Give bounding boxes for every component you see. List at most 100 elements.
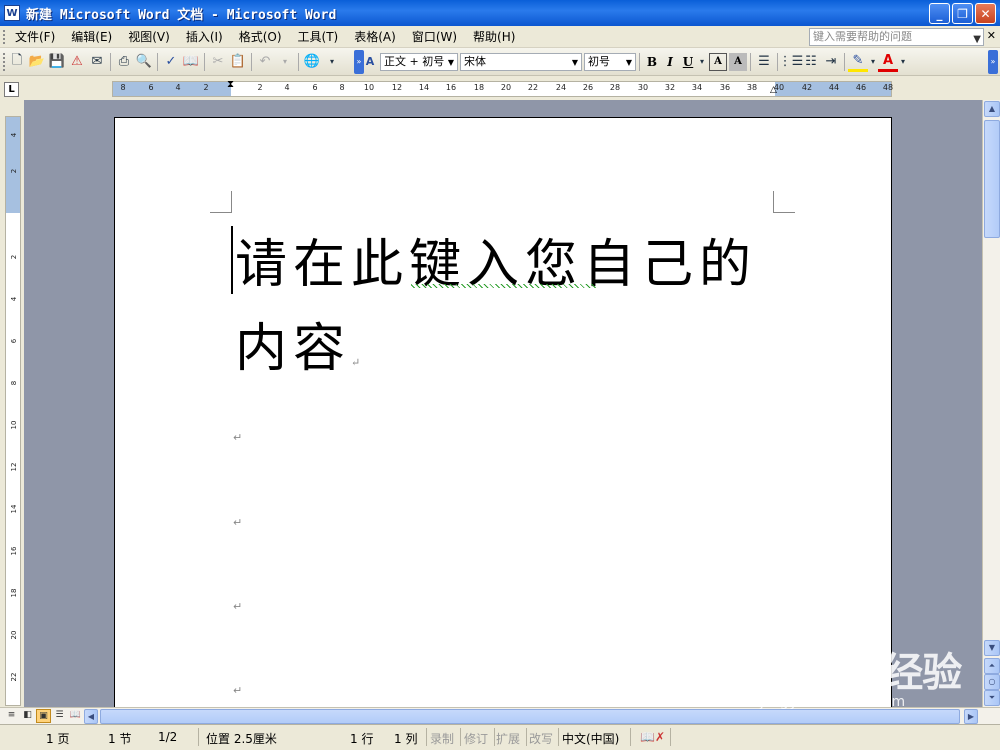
previous-page-icon[interactable]: ⏶ — [984, 658, 1000, 674]
underline-button[interactable]: U — [679, 53, 697, 71]
bullets-icon[interactable]: ☷ — [801, 52, 821, 72]
permission-icon[interactable]: ⚠ — [67, 52, 87, 72]
menu-window[interactable]: 窗口(W) — [404, 28, 465, 45]
menu-edit[interactable]: 编辑(E) — [63, 28, 120, 45]
toolbar-options-icon[interactable]: » — [354, 50, 364, 74]
menu-view[interactable]: 视图(V) — [120, 28, 178, 45]
spelling-icon[interactable]: ✓ — [161, 52, 181, 72]
status-extend[interactable]: 扩展 — [496, 730, 520, 747]
normal-view-icon[interactable]: ≡ — [4, 709, 19, 723]
ruler-tick: 46 — [855, 83, 867, 92]
print-icon[interactable]: ⎙ — [114, 52, 134, 72]
ruler-tick: 44 — [828, 83, 840, 92]
style-value: 正文 + 初号 — [384, 54, 445, 68]
ruler-tick: 6 — [312, 83, 318, 92]
save-icon[interactable]: 💾 — [47, 52, 67, 72]
highlight-dropdown-icon[interactable]: ▾ — [868, 52, 878, 72]
status-track-changes[interactable]: 修订 — [464, 730, 488, 747]
restore-button[interactable]: ❐ — [952, 3, 973, 24]
chevron-down-icon[interactable]: ▼ — [624, 55, 634, 69]
scroll-up-icon[interactable]: ▲ — [984, 101, 1000, 117]
chevron-down-icon[interactable]: ▼ — [446, 55, 456, 69]
reading-view-icon[interactable]: 📖 — [68, 709, 83, 723]
menu-file[interactable]: 文件(F) — [7, 28, 63, 45]
ruler-tick: 16 — [10, 546, 18, 556]
document-text[interactable]: 请在此键入您自己的内容↵ — [235, 223, 785, 405]
close-icon: ✕ — [980, 6, 991, 21]
next-page-icon[interactable]: ⏷ — [984, 690, 1000, 706]
minimize-icon: _ — [936, 6, 943, 21]
right-indent-marker-icon[interactable]: △ — [770, 85, 777, 95]
menu-table[interactable]: 表格(A) — [346, 28, 404, 45]
tab-selector[interactable]: L — [4, 82, 19, 97]
help-search-input[interactable]: 键入需要帮助的问题 ▼ — [809, 28, 984, 46]
align-center-icon[interactable]: ☰ — [754, 52, 774, 72]
highlight-icon[interactable]: ✎ — [848, 52, 868, 72]
browse-object-icon[interactable]: ○ — [984, 674, 1000, 690]
menu-help[interactable]: 帮助(H) — [465, 28, 523, 45]
indent-marker-icon[interactable]: ⧗ — [227, 79, 234, 90]
status-column: 1 列 — [394, 732, 418, 746]
style-select[interactable]: 正文 + 初号 ▼ — [380, 52, 458, 71]
ruler-tick: 2 — [10, 168, 18, 174]
ruler-tick: 18 — [10, 588, 18, 598]
title-bar: W 新建 Microsoft Word 文档 - Microsoft Word … — [0, 0, 1000, 26]
menu-tools[interactable]: 工具(T) — [290, 28, 347, 45]
close-button[interactable]: ✕ — [975, 3, 996, 24]
web-view-icon[interactable]: ◧ — [20, 709, 35, 723]
font-select[interactable]: 宋体 ▼ — [460, 52, 582, 71]
undo-icon[interactable]: ↶ — [255, 52, 275, 72]
help-search-placeholder: 键入需要帮助的问题 — [813, 30, 912, 43]
bold-button[interactable]: B — [643, 53, 661, 71]
spelling-status-icon[interactable]: 📖✗ — [640, 730, 665, 744]
scroll-thumb[interactable] — [984, 120, 1000, 238]
font-size-select[interactable]: 初号 ▼ — [584, 52, 636, 71]
char-border-icon[interactable]: A — [709, 52, 727, 71]
open-folder-icon[interactable]: 📂 — [27, 52, 47, 72]
menu-insert[interactable]: 插入(I) — [178, 28, 231, 45]
chevron-down-icon[interactable]: ▼ — [570, 55, 580, 69]
ruler-row: L 8 6 4 2 2 4 6 8 10 12 14 16 18 20 22 2… — [0, 78, 1000, 100]
hyperlink-icon[interactable]: 🌐 — [302, 52, 322, 72]
status-page: 1 页 — [46, 732, 70, 746]
vertical-scrollbar[interactable]: ▲ ▼ ⏶ ○ ⏷ — [982, 100, 1000, 707]
paste-icon[interactable]: 📋 — [228, 52, 248, 72]
ruler-tick: 34 — [691, 83, 703, 92]
research-icon[interactable]: 📖 — [181, 52, 201, 72]
ruler-tick: 6 — [148, 83, 154, 92]
italic-button[interactable]: I — [661, 53, 679, 71]
underline-dropdown-icon[interactable]: ▾ — [697, 52, 707, 72]
new-document-icon[interactable]: 🗋 — [7, 52, 27, 72]
print-view-icon[interactable]: ▣ — [36, 709, 51, 723]
close-document-icon[interactable]: ✕ — [987, 29, 996, 42]
paragraph-mark-icon: ↵ — [233, 600, 243, 613]
scroll-down-icon[interactable]: ▼ — [984, 640, 1000, 656]
ruler-tick: 2 — [203, 83, 209, 92]
print-preview-icon[interactable]: 🔍 — [134, 52, 154, 72]
paragraph-mark-icon: ↵ — [233, 684, 243, 697]
status-overtype[interactable]: 改写 — [529, 730, 553, 747]
numbering-icon[interactable]: ⋮☰ — [779, 52, 804, 72]
menu-format[interactable]: 格式(O) — [231, 28, 290, 45]
hyperlink-dropdown-icon[interactable]: ▾ — [322, 52, 342, 72]
scroll-left-icon[interactable]: ◀ — [84, 709, 98, 724]
word-app-icon[interactable]: W — [4, 5, 20, 21]
cut-icon[interactable]: ✂ — [208, 52, 228, 72]
font-color-dropdown-icon[interactable]: ▾ — [898, 52, 908, 72]
ruler-tick: 48 — [882, 83, 894, 92]
toolbar-options-icon[interactable]: » — [988, 50, 998, 74]
horizontal-ruler[interactable]: 8 6 4 2 2 4 6 8 10 12 14 16 18 20 22 24 … — [112, 79, 894, 97]
vertical-ruler[interactable]: 4 2 2 4 6 8 10 12 14 16 18 20 22 — [5, 116, 21, 706]
chevron-down-icon[interactable]: ▼ — [973, 32, 981, 48]
email-icon[interactable]: ✉ — [87, 52, 107, 72]
char-shading-icon[interactable]: A — [729, 52, 747, 71]
outline-view-icon[interactable]: ☰ — [52, 709, 67, 723]
crop-mark — [210, 191, 232, 213]
status-record[interactable]: 录制 — [430, 730, 454, 747]
undo-dropdown-icon[interactable]: ▾ — [275, 52, 295, 72]
ruler-tick: 42 — [801, 83, 813, 92]
font-color-icon[interactable]: A — [878, 52, 898, 72]
indent-icon[interactable]: ⇥ — [821, 52, 841, 72]
document-page[interactable]: 请在此键入您自己的内容↵ ↵ ↵ ↵ ↵ — [114, 117, 892, 707]
minimize-button[interactable]: _ — [929, 3, 950, 24]
